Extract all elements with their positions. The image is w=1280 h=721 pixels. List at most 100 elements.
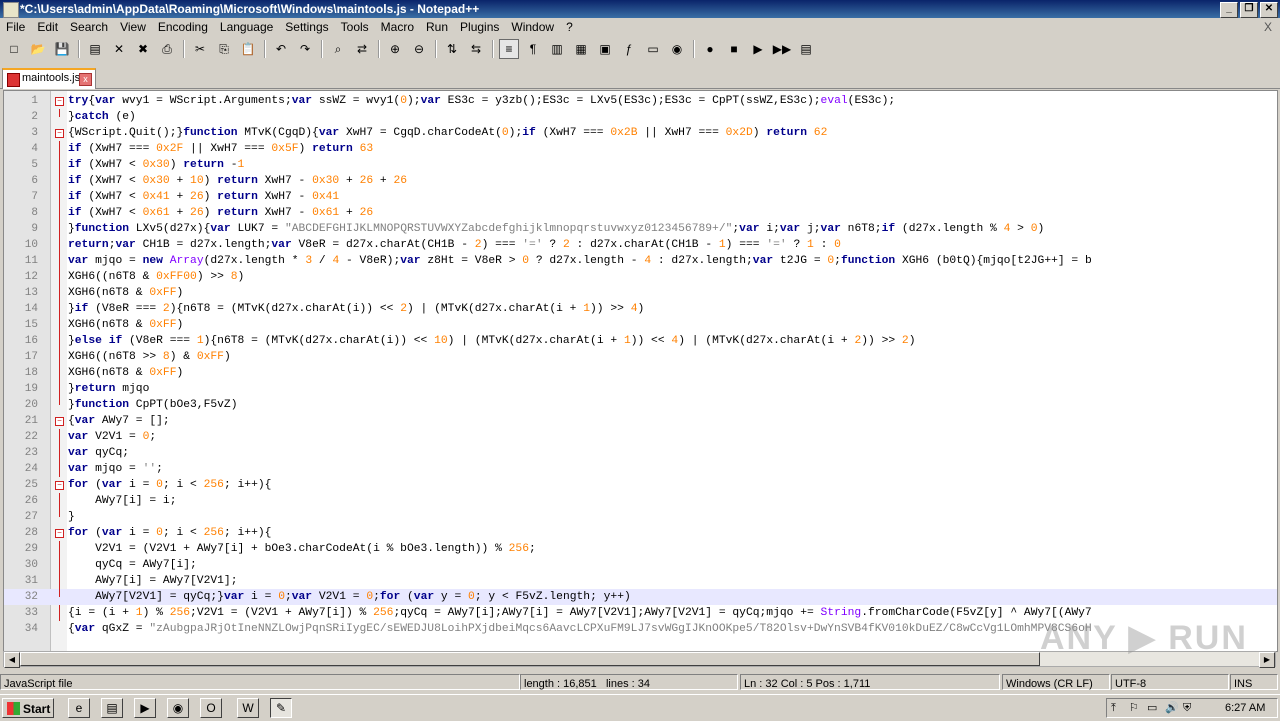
save-macro-icon[interactable]: ▤ [796, 39, 816, 59]
code-line[interactable]: 23 var qyCq; [4, 445, 1277, 461]
sync-h-icon[interactable]: ⇆ [466, 39, 486, 59]
paste-icon[interactable]: 📋 [238, 39, 258, 59]
maximize-button[interactable]: ❐ [1240, 2, 1258, 18]
udl-icon[interactable]: ▦ [571, 39, 591, 59]
ie-icon[interactable]: e [68, 698, 90, 718]
replace-icon[interactable]: ⇄ [352, 39, 372, 59]
code-line[interactable]: 7 if (XwH7 < 0x41 + 26) return XwH7 - 0x4… [4, 189, 1277, 205]
status-mode[interactable]: INS [1230, 674, 1278, 690]
word-wrap-icon[interactable]: ≡ [499, 39, 519, 59]
new-file-icon[interactable]: □ [4, 39, 24, 59]
code-line[interactable]: 16}else if (V8eR === 1){n6T8 = (MTvK(d27… [4, 333, 1277, 349]
menu-edit[interactable]: Edit [31, 20, 64, 34]
save-icon[interactable]: 💾 [52, 39, 72, 59]
tray-network-icon[interactable]: ▭ [1147, 700, 1157, 716]
code-line[interactable]: 18 XGH6(n6T8 & 0xFF) [4, 365, 1277, 381]
monitor-icon[interactable]: ◉ [667, 39, 687, 59]
close-document-button[interactable]: X [1264, 18, 1272, 37]
code-line[interactable]: 17 XGH6((n6T8 >> 8) & 0xFF) [4, 349, 1277, 365]
notepadpp-icon[interactable]: ✎ [270, 698, 292, 718]
show-all-chars-icon[interactable]: ¶ [523, 39, 543, 59]
code-line[interactable]: 11 var mjqo = new Array(d27x.length * 3 /… [4, 253, 1277, 269]
stop-macro-icon[interactable]: ■ [724, 39, 744, 59]
fold-toggle-icon[interactable]: − [55, 97, 64, 106]
record-macro-icon[interactable]: ● [700, 39, 720, 59]
menu-help[interactable]: ? [560, 20, 579, 34]
tray-arrow-icon[interactable]: ⤒ [1111, 700, 1116, 716]
word-icon[interactable]: W [237, 698, 259, 718]
fold-toggle-icon[interactable]: − [55, 529, 64, 538]
code-line[interactable]: 19}return mjqo [4, 381, 1277, 397]
menu-encoding[interactable]: Encoding [152, 20, 214, 34]
code-line[interactable]: 2}catch (e) [4, 109, 1277, 125]
tray-flag-icon[interactable]: ⚐ [1129, 700, 1139, 716]
code-line[interactable]: 27} [4, 509, 1277, 525]
code-line[interactable]: 4 if (XwH7 === 0x2F || XwH7 === 0x5F) ret… [4, 141, 1277, 157]
zoom-out-icon[interactable]: ⊖ [409, 39, 429, 59]
close-window-button[interactable]: ✕ [1260, 2, 1278, 18]
save-all-icon[interactable]: ▤ [85, 39, 105, 59]
sync-v-icon[interactable]: ⇅ [442, 39, 462, 59]
close-all-icon[interactable]: ✖ [133, 39, 153, 59]
indent-guide-icon[interactable]: ▥ [547, 39, 567, 59]
menu-search[interactable]: Search [64, 20, 114, 34]
code-line[interactable]: 25 − for (var i = 0; i < 256; i++){ [4, 477, 1277, 493]
code-line[interactable]: 28 − for (var i = 0; i < 256; i++){ [4, 525, 1277, 541]
media-player-icon[interactable]: ▶ [134, 698, 156, 718]
menu-file[interactable]: File [0, 20, 31, 34]
scroll-left-icon[interactable]: ◀ [4, 652, 20, 668]
title-bar[interactable]: *C:\Users\admin\AppData\Roaming\Microsof… [0, 0, 1280, 18]
code-line[interactable]: 8 if (XwH7 < 0x61 + 26) return XwH7 - 0x6… [4, 205, 1277, 221]
code-line[interactable]: 5 if (XwH7 < 0x30) return -1 [4, 157, 1277, 173]
fold-toggle-icon[interactable]: − [55, 481, 64, 490]
code-line[interactable]: 15 XGH6(n6T8 & 0xFF) [4, 317, 1277, 333]
chrome-icon[interactable]: ◉ [167, 698, 189, 718]
menu-run[interactable]: Run [420, 20, 454, 34]
menu-plugins[interactable]: Plugins [454, 20, 505, 34]
status-eol[interactable]: Windows (CR LF) [1002, 674, 1110, 690]
fold-toggle-icon[interactable]: − [55, 129, 64, 138]
tray-volume-icon[interactable]: 🔊 [1165, 700, 1179, 716]
opera-icon[interactable]: O [200, 698, 222, 718]
code-line[interactable]: 20}function CpPT(bOe3,F5vZ) [4, 397, 1277, 413]
menu-settings[interactable]: Settings [279, 20, 334, 34]
code-line[interactable]: 1 − try{var wvy1 = WScript.Arguments;var s… [4, 93, 1277, 109]
menu-window[interactable]: Window [505, 20, 560, 34]
code-line[interactable]: 6 if (XwH7 < 0x30 + 10) return XwH7 - 0x3… [4, 173, 1277, 189]
explorer-icon[interactable]: ▤ [101, 698, 123, 718]
doc-map-icon[interactable]: ▣ [595, 39, 615, 59]
code-line[interactable]: 9}function LXv5(d27x){var LUK7 = "ABCDEF… [4, 221, 1277, 237]
status-encoding[interactable]: UTF-8 [1111, 674, 1229, 690]
code-line[interactable]: 10 return;var CH1B = d27x.length;var V8eR… [4, 237, 1277, 253]
undo-icon[interactable]: ↶ [271, 39, 291, 59]
tab-maintools-js[interactable]: maintools.js x [2, 68, 96, 89]
copy-icon[interactable]: ⎘ [214, 39, 234, 59]
folder-workspace-icon[interactable]: ▭ [643, 39, 663, 59]
tab-close-button[interactable]: x [79, 73, 92, 86]
function-list-icon[interactable]: ƒ [619, 39, 639, 59]
code-line[interactable]: 30 qyCq = AWy7[i]; [4, 557, 1277, 573]
menu-tools[interactable]: Tools [335, 20, 375, 34]
menu-macro[interactable]: Macro [375, 20, 420, 34]
open-file-icon[interactable]: 📂 [28, 39, 48, 59]
scroll-right-icon[interactable]: ▶ [1259, 652, 1275, 668]
code-line[interactable]: 14}if (V8eR === 2){n6T8 = (MTvK(d27x.cha… [4, 301, 1277, 317]
clock[interactable]: 6:27 AM [1225, 700, 1265, 716]
code-line[interactable]: 26 AWy7[i] = i; [4, 493, 1277, 509]
print-icon[interactable]: ⎙ [157, 39, 177, 59]
zoom-in-icon[interactable]: ⊕ [385, 39, 405, 59]
play-macro-icon[interactable]: ▶ [748, 39, 768, 59]
code-line[interactable]: 22 var V2V1 = 0; [4, 429, 1277, 445]
code-line[interactable]: 13 XGH6(n6T8 & 0xFF) [4, 285, 1277, 301]
code-line[interactable]: 21 − {var AWy7 = []; [4, 413, 1277, 429]
redo-icon[interactable]: ↷ [295, 39, 315, 59]
find-icon[interactable]: ⌕ [328, 39, 348, 59]
tray-shield-icon[interactable]: ⛨ [1183, 700, 1191, 716]
menu-language[interactable]: Language [214, 20, 279, 34]
code-line[interactable]: 12 XGH6((n6T8 & 0xFF00) >> 8) [4, 269, 1277, 285]
start-button[interactable]: Start [2, 698, 54, 718]
run-macro-multiple-icon[interactable]: ▶▶ [772, 39, 792, 59]
close-icon[interactable]: ✕ [109, 39, 129, 59]
code-editor[interactable]: 1− try{var wvy1 = WScript.Arguments;var s… [3, 90, 1278, 652]
fold-toggle-icon[interactable]: − [55, 417, 64, 426]
